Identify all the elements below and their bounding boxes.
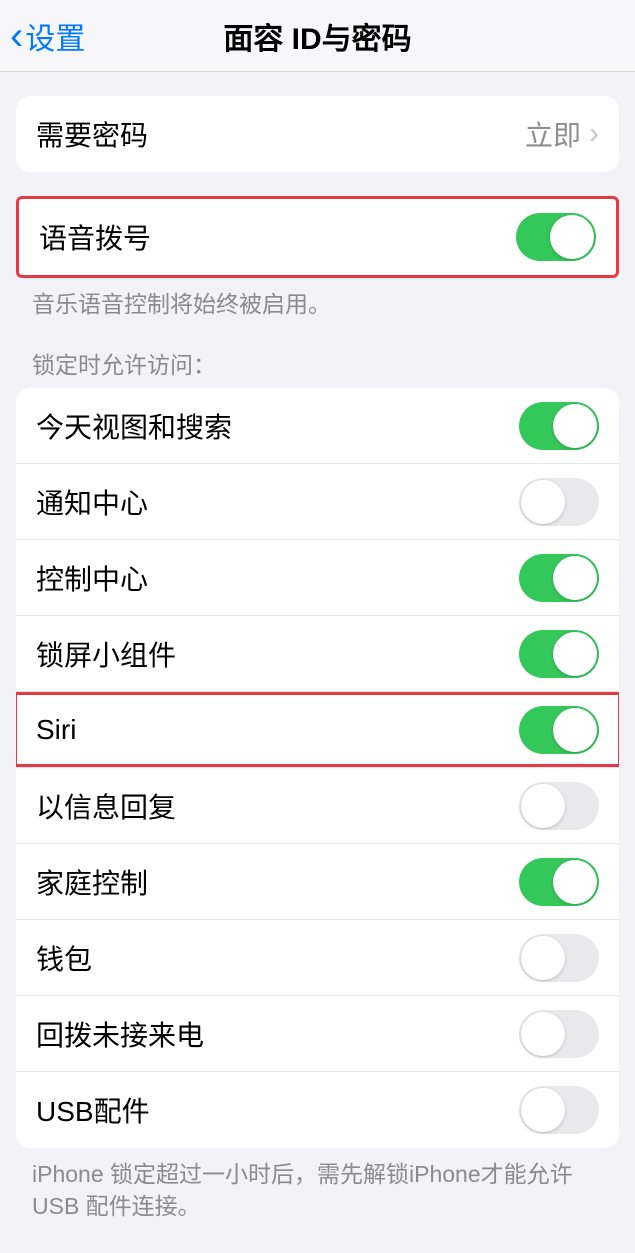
allow-item-toggle[interactable] — [519, 630, 599, 678]
allow-item-row: 今天视图和搜索 — [16, 388, 619, 464]
allow-item-label: 通知中心 — [36, 482, 148, 522]
back-button[interactable]: ‹ 设置 — [0, 14, 85, 58]
allow-access-list: 今天视图和搜索通知中心控制中心锁屏小组件 Siri 以信息回复家庭控制钱包回拨未接来… — [16, 388, 619, 1148]
voice-dial-toggle[interactable] — [516, 213, 596, 261]
require-passcode-value: 立即 — [525, 114, 581, 154]
allow-item-toggle[interactable] — [519, 554, 599, 602]
require-passcode-group: 需要密码 立即 › — [16, 96, 619, 172]
toggle-knob — [521, 1088, 565, 1132]
allow-item-row: 回拨未接来电 — [16, 996, 619, 1072]
chevron-left-icon: ‹ — [10, 16, 23, 56]
toggle-knob — [553, 860, 597, 904]
require-passcode-row[interactable]: 需要密码 立即 › — [16, 96, 619, 172]
allow-item-row: 家庭控制 — [16, 844, 619, 920]
allow-item-toggle[interactable] — [519, 1086, 599, 1134]
allow-item-toggle[interactable] — [519, 858, 599, 906]
back-label: 设置 — [25, 14, 85, 58]
allow-item-row: USB配件 — [16, 1072, 619, 1148]
toggle-knob — [521, 936, 565, 980]
allow-item-toggle[interactable] — [519, 782, 599, 830]
toggle-knob — [521, 480, 565, 524]
toggle-knob — [550, 215, 594, 259]
voice-dial-row: 语音拨号 — [19, 199, 616, 275]
allow-item-row: 通知中心 — [16, 464, 619, 540]
allow-item-toggle[interactable] — [519, 934, 599, 982]
voice-dial-group: 语音拨号 — [16, 196, 619, 278]
voice-dial-label: 语音拨号 — [39, 217, 151, 257]
toggle-knob — [553, 556, 597, 600]
toggle-knob — [521, 784, 565, 828]
allow-item-label: 锁屏小组件 — [36, 634, 176, 674]
voice-dial-footer: 音乐语音控制将始终被启用。 — [32, 288, 603, 320]
allow-item-label: USB配件 — [36, 1090, 150, 1130]
allow-item-row: 以信息回复 — [16, 768, 619, 844]
allow-item-label: 家庭控制 — [36, 862, 148, 902]
allow-item-label: 钱包 — [36, 938, 92, 978]
allow-item-label: 以信息回复 — [36, 786, 176, 826]
navigation-header: ‹ 设置 面容 ID与密码 — [0, 0, 635, 72]
allow-item-label: 控制中心 — [36, 558, 148, 598]
allow-item-toggle[interactable] — [519, 706, 599, 754]
toggle-knob — [521, 1012, 565, 1056]
chevron-right-icon: › — [589, 117, 599, 151]
allow-item-row: 钱包 — [16, 920, 619, 996]
toggle-knob — [553, 632, 597, 676]
allow-item-toggle[interactable] — [519, 478, 599, 526]
allow-item-row: 锁屏小组件 — [16, 616, 619, 692]
allow-access-header: 锁定时允许访问： — [32, 346, 603, 380]
allow-item-row: Siri — [16, 692, 619, 768]
toggle-knob — [553, 708, 597, 752]
allow-item-toggle[interactable] — [519, 402, 599, 450]
allow-access-footer: iPhone 锁定超过一小时后，需先解锁iPhone才能允许USB 配件连接。 — [32, 1158, 603, 1222]
toggle-knob — [553, 404, 597, 448]
allow-item-label: Siri — [36, 714, 76, 746]
allow-item-row: 控制中心 — [16, 540, 619, 616]
page-title: 面容 ID与密码 — [223, 14, 411, 58]
allow-item-toggle[interactable] — [519, 1010, 599, 1058]
require-passcode-label: 需要密码 — [36, 114, 148, 154]
allow-item-label: 回拨未接来电 — [36, 1014, 204, 1054]
allow-item-label: 今天视图和搜索 — [36, 406, 232, 446]
